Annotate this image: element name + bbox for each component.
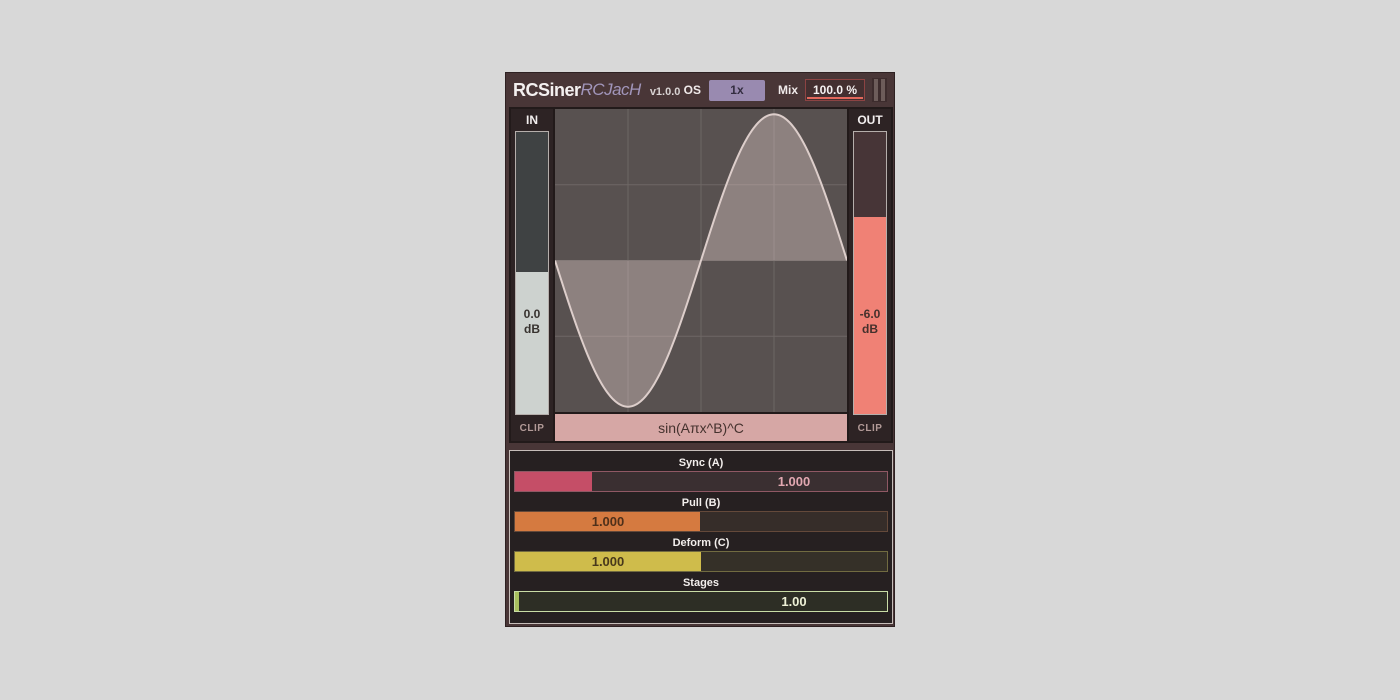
input-meter-value: 0.0 dB <box>523 306 541 336</box>
formula-bar: sin(Aπx^B)^C <box>555 414 847 441</box>
output-meter-label: OUT <box>857 113 883 127</box>
input-meter: 0.0 dB <box>515 131 549 415</box>
input-meter-label: IN <box>526 113 538 127</box>
output-clip-button[interactable]: CLIP <box>849 415 891 441</box>
mix-field[interactable]: 100.0 % <box>805 79 865 101</box>
deform-value: 1.000 <box>591 554 625 569</box>
oversampling-label: OS <box>683 83 701 97</box>
mix-label: Mix <box>777 83 798 97</box>
waveform-svg <box>555 109 847 412</box>
waveform-display <box>555 109 847 412</box>
plugin-title: RCSiner <box>513 79 581 100</box>
stages-slider-fill <box>515 592 520 611</box>
main-display-group: IN 0.0 dB CLIP sin(Aπx^B)^C OUT -6.0 dB … <box>509 107 893 443</box>
stages-label: Stages <box>682 577 720 589</box>
mix-value: 100.0 % <box>812 83 858 97</box>
mix-fill-bar <box>807 97 863 99</box>
oversampling-select[interactable]: 1x <box>708 79 765 101</box>
desktop-background: RCSiner RCJacH v1.0.0 OS 1x Mix 100.0 % … <box>0 0 1400 700</box>
pull-slider[interactable]: 1.000 <box>514 511 888 532</box>
stages-value: 1.00 <box>781 594 807 609</box>
input-meter-column: IN 0.0 dB CLIP <box>511 109 553 441</box>
deform-label: Deform (C) <box>672 537 730 549</box>
sync-value: 1.000 <box>777 474 811 489</box>
pull-label: Pull (B) <box>681 497 721 509</box>
input-clip-button[interactable]: CLIP <box>511 415 553 441</box>
display-column: sin(Aπx^B)^C <box>555 109 847 441</box>
sync-slider[interactable]: 1.000 <box>514 471 888 492</box>
formula-text: sin(Aπx^B)^C <box>658 419 744 436</box>
input-meter-fill <box>516 271 548 414</box>
pull-value: 1.000 <box>591 514 625 529</box>
stages-slider[interactable]: 1.00 <box>514 591 888 612</box>
params-panel: Sync (A) 1.000 Pull (B) 1.000 Deform (C)… <box>509 450 893 624</box>
plugin-window: RCSiner RCJacH v1.0.0 OS 1x Mix 100.0 % … <box>505 72 895 627</box>
plugin-author: RCJacH <box>580 80 642 99</box>
window-grip-icon[interactable] <box>872 78 887 102</box>
header-bar: RCSiner RCJacH v1.0.0 OS 1x Mix 100.0 % <box>506 73 894 107</box>
output-meter-value: -6.0 dB <box>859 306 881 336</box>
deform-slider[interactable]: 1.000 <box>514 551 888 572</box>
output-meter: -6.0 dB <box>853 131 887 415</box>
sync-label: Sync (A) <box>678 457 724 469</box>
sync-slider-fill <box>515 472 592 491</box>
output-meter-column: OUT -6.0 dB CLIP <box>849 109 891 441</box>
plugin-version: v1.0.0 <box>649 85 681 98</box>
